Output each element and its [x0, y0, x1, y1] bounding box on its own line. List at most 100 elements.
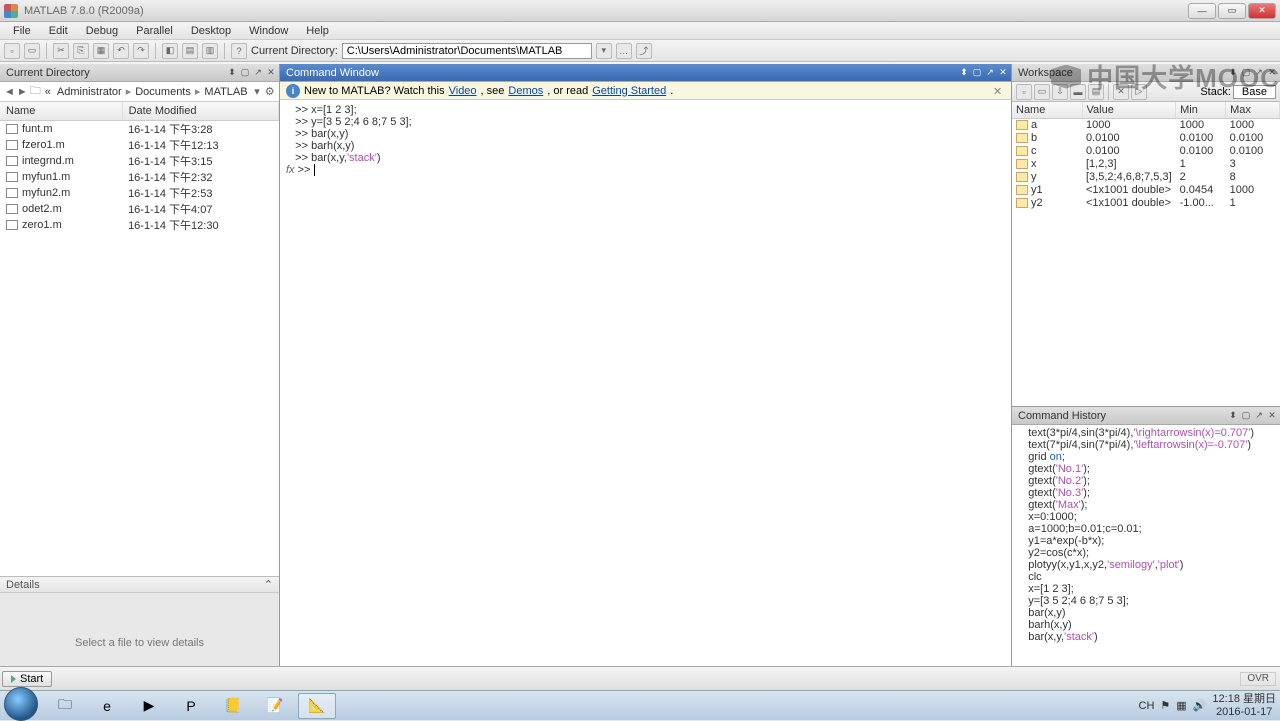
help-icon[interactable]: ? [231, 43, 247, 59]
back-icon[interactable]: ◄ [4, 85, 15, 99]
start-button[interactable]: Start [2, 671, 52, 687]
dropdown-icon[interactable]: ▾ [252, 85, 263, 99]
undock-icon[interactable]: ↗ [984, 67, 996, 79]
copy-icon[interactable]: ⎘ [73, 43, 89, 59]
dock-icon[interactable]: ⬍ [958, 67, 970, 79]
window-title: MATLAB 7.8.0 (R2009a) [24, 5, 1188, 17]
file-row[interactable]: integrnd.m16-1-14 下午3:15 [0, 153, 279, 169]
windows-taskbar: 🗀 e ▶ P 📒 📝 📐 CH ⚑ ▦ 🔊 12:18 星期日2016-01-… [0, 690, 1280, 720]
notes-icon[interactable]: 📒 [214, 693, 252, 719]
explorer-icon[interactable]: 🗀 [46, 693, 84, 719]
command-window[interactable]: >> x=[1 2 3]; >> y=[3 5 2;4 6 8;7 5 3]; … [280, 100, 1011, 696]
menu-window[interactable]: Window [242, 24, 295, 38]
current-directory-header[interactable]: Current Directory ⬍▢↗✕ [0, 64, 279, 82]
bc-admin[interactable]: Administrator [55, 86, 124, 98]
menu-debug[interactable]: Debug [79, 24, 125, 38]
simulink-icon[interactable]: ◧ [162, 43, 178, 59]
menu-help[interactable]: Help [299, 24, 336, 38]
workspace-row[interactable]: y2<1x1001 double>-1.00...1 [1012, 196, 1280, 209]
ppt-icon[interactable]: P [172, 693, 210, 719]
bc-docs[interactable]: Documents [133, 86, 193, 98]
ie-icon[interactable]: e [88, 693, 126, 719]
curdir-label: Current Directory: [251, 45, 338, 57]
undo-icon[interactable]: ↶ [113, 43, 129, 59]
workspace-row[interactable]: x[1,2,3]13 [1012, 157, 1280, 170]
curdir-dropdown-icon[interactable]: ▾ [596, 43, 612, 59]
tray-clock[interactable]: 12:18 星期日2016-01-17 [1212, 693, 1276, 717]
wmp-icon[interactable]: ▶ [130, 693, 168, 719]
browse-icon[interactable]: … [616, 43, 632, 59]
close-icon[interactable]: ✕ [265, 67, 277, 79]
matlab-logo-icon [4, 4, 18, 18]
workspace-row[interactable]: y1<1x1001 double>0.04541000 [1012, 183, 1280, 196]
tray-lang-icon[interactable]: CH [1139, 700, 1155, 712]
file-row[interactable]: funt.m16-1-14 下午3:28 [0, 120, 279, 137]
titlebar: MATLAB 7.8.0 (R2009a) — ▭ ✕ [0, 0, 1280, 22]
tray-flag-icon[interactable]: ⚑ [1160, 699, 1170, 712]
workspace-row[interactable]: c0.01000.01000.0100 [1012, 144, 1280, 157]
bc-matlab[interactable]: MATLAB [202, 86, 249, 98]
open-icon[interactable]: ▭ [24, 43, 40, 59]
workspace-row[interactable]: a100010001000 [1012, 118, 1280, 131]
paste-icon[interactable]: ▦ [93, 43, 109, 59]
up-folder-icon[interactable]: ⤴ [636, 43, 652, 59]
guide-icon[interactable]: ▤ [182, 43, 198, 59]
undock-icon[interactable]: ↗ [252, 67, 264, 79]
ovr-indicator: OVR [1240, 672, 1276, 686]
close-button[interactable]: ✕ [1248, 3, 1276, 19]
curdir-input[interactable] [342, 43, 592, 59]
matlab-task-icon[interactable]: 📐 [298, 693, 336, 719]
start-orb[interactable] [4, 687, 38, 721]
col-name[interactable]: Name [0, 102, 122, 120]
command-window-header[interactable]: Command Window ⬍▢↗✕ [280, 64, 1011, 82]
tray-sound-icon[interactable]: 🔊 [1193, 699, 1207, 712]
breadcrumb: ◄ ► 🗀 « Administrator▸ Documents▸ MATLAB… [0, 82, 279, 102]
redo-icon[interactable]: ↷ [133, 43, 149, 59]
menu-parallel[interactable]: Parallel [129, 24, 180, 38]
tray-network-icon[interactable]: ▦ [1176, 699, 1186, 712]
notepad-icon[interactable]: 📝 [256, 693, 294, 719]
dock-icon[interactable]: ⬍ [1227, 410, 1239, 422]
new-icon[interactable]: ▫ [4, 43, 20, 59]
open-var-icon[interactable]: ▭ [1034, 84, 1050, 100]
workspace-row[interactable]: b0.01000.01000.0100 [1012, 131, 1280, 144]
info-bar: i New to MATLAB? Watch this Video , see … [280, 82, 1011, 100]
close-icon[interactable]: ✕ [1266, 410, 1278, 422]
fwd-icon[interactable]: ► [17, 85, 28, 99]
menu-file[interactable]: File [6, 24, 38, 38]
menu-edit[interactable]: Edit [42, 24, 75, 38]
file-row[interactable]: odet2.m16-1-14 下午4:07 [0, 201, 279, 217]
minimize-button[interactable]: — [1188, 3, 1216, 19]
collapse-icon[interactable]: ⌃ [264, 578, 273, 591]
command-history-header[interactable]: Command History ⬍▢↗✕ [1012, 407, 1280, 425]
col-date[interactable]: Date Modified [122, 102, 278, 120]
close-info-icon[interactable]: ✕ [993, 85, 1005, 97]
getting-started-link[interactable]: Getting Started [592, 85, 666, 97]
undock-icon[interactable]: ↗ [1253, 410, 1265, 422]
file-row[interactable]: zero1.m16-1-14 下午12:30 [0, 217, 279, 233]
menubar: File Edit Debug Parallel Desktop Window … [0, 22, 1280, 40]
cut-icon[interactable]: ✂ [53, 43, 69, 59]
max-icon[interactable]: ▢ [1240, 410, 1252, 422]
profiler-icon[interactable]: ▥ [202, 43, 218, 59]
close-icon[interactable]: ✕ [997, 67, 1009, 79]
max-icon[interactable]: ▢ [971, 67, 983, 79]
maximize-button[interactable]: ▭ [1218, 3, 1246, 19]
workspace-table[interactable]: Name Value Min Max a100010001000b0.01000… [1012, 102, 1280, 406]
demos-link[interactable]: Demos [508, 85, 543, 97]
file-row[interactable]: myfun2.m16-1-14 下午2:53 [0, 185, 279, 201]
folder-icon: 🗀 [30, 85, 41, 99]
gear-icon[interactable]: ⚙ [264, 85, 275, 99]
file-row[interactable]: fzero1.m16-1-14 下午12:13 [0, 137, 279, 153]
workspace-row[interactable]: y[3,5,2;4,6,8;7,5,3]28 [1012, 170, 1280, 183]
dock-icon[interactable]: ⬍ [226, 67, 238, 79]
max-icon[interactable]: ▢ [239, 67, 251, 79]
video-link[interactable]: Video [449, 85, 477, 97]
file-row[interactable]: myfun1.m16-1-14 下午2:32 [0, 169, 279, 185]
command-history[interactable]: text(3*pi/4,sin(3*pi/4),'\rightarrowsin(… [1012, 425, 1280, 682]
new-var-icon[interactable]: ▫ [1016, 84, 1032, 100]
watermark: 中国大学MOOC [1051, 58, 1280, 95]
file-list[interactable]: Name Date Modified funt.m16-1-14 下午3:28f… [0, 102, 279, 576]
details-header[interactable]: Details ⌃ [0, 577, 279, 593]
menu-desktop[interactable]: Desktop [184, 24, 238, 38]
